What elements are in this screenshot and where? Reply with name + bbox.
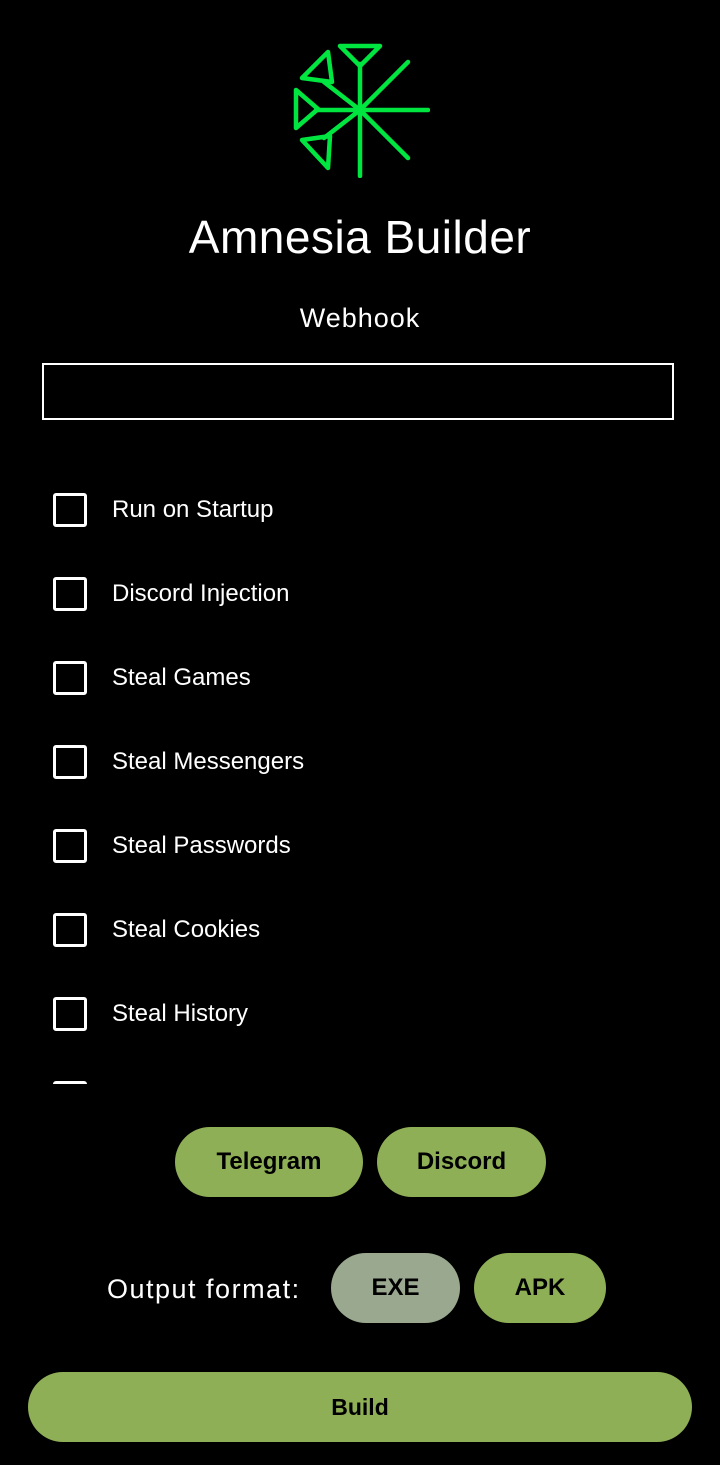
option-label: Steal History — [112, 1000, 249, 1027]
option-discord-injection[interactable]: Discord Injection — [0, 552, 720, 636]
option-label: Steal Messengers — [112, 748, 305, 775]
discord-button[interactable]: Discord — [377, 1127, 546, 1197]
steal-passwords-checkbox[interactable] — [53, 829, 87, 863]
option-steal-history[interactable]: Steal History — [0, 972, 720, 1056]
telegram-button[interactable]: Telegram — [175, 1127, 363, 1197]
apk-format-button[interactable]: APK — [474, 1253, 606, 1323]
option-label: Steal Games — [112, 664, 251, 691]
option-run-on-startup[interactable]: Run on Startup — [0, 468, 720, 552]
option-steal-passwords[interactable]: Steal Passwords — [0, 804, 720, 888]
steal-messengers-checkbox[interactable] — [53, 745, 87, 779]
partial-option-checkbox[interactable] — [53, 1081, 87, 1084]
build-button[interactable]: Build — [28, 1372, 692, 1442]
exe-format-button[interactable]: EXE — [331, 1253, 460, 1323]
webhook-input[interactable] — [42, 363, 674, 420]
option-label: Steal Cookies — [112, 916, 261, 943]
app-title: Amnesia Builder — [188, 211, 532, 263]
option-partial[interactable] — [0, 1056, 720, 1084]
steal-games-checkbox[interactable] — [53, 661, 87, 695]
option-steal-messengers[interactable]: Steal Messengers — [0, 720, 720, 804]
options-list[interactable]: Run on Startup Discord Injection Steal G… — [0, 468, 720, 1084]
option-label: Discord Injection — [112, 580, 290, 607]
option-steal-games[interactable]: Steal Games — [0, 636, 720, 720]
option-label: Steal Passwords — [112, 832, 291, 859]
amnesia-logo-icon — [293, 43, 430, 178]
output-format-label: Output format: — [107, 1274, 301, 1304]
run-on-startup-checkbox[interactable] — [53, 493, 87, 527]
steal-history-checkbox[interactable] — [53, 997, 87, 1031]
option-label: Run on Startup — [112, 496, 274, 523]
discord-injection-checkbox[interactable] — [53, 577, 87, 611]
steal-cookies-checkbox[interactable] — [53, 913, 87, 947]
webhook-label: Webhook — [299, 303, 421, 333]
option-steal-cookies[interactable]: Steal Cookies — [0, 888, 720, 972]
